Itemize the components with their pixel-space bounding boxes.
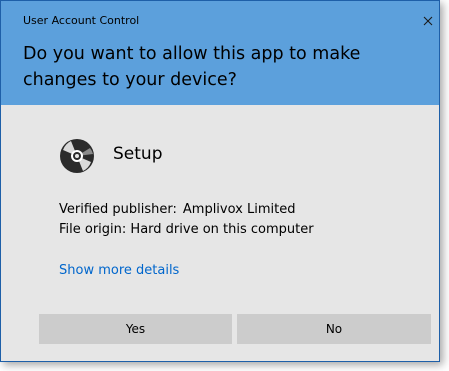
- dialog-header: User Account Control Do you want to allo…: [1, 1, 439, 105]
- yes-button-label: Yes: [125, 322, 146, 336]
- close-button[interactable]: [421, 13, 435, 27]
- window-title: User Account Control: [23, 14, 140, 27]
- origin-value: Hard drive on this computer: [130, 222, 314, 237]
- app-name: Setup: [113, 144, 163, 164]
- yes-button[interactable]: Yes: [39, 314, 232, 344]
- show-more-details-link[interactable]: Show more details: [59, 263, 179, 278]
- publisher-label: Verified publisher:: [59, 202, 177, 217]
- origin-label: File origin:: [59, 222, 127, 237]
- uac-question: Do you want to allow this app to make ch…: [23, 44, 361, 90]
- close-icon: [423, 16, 433, 26]
- uac-dialog: User Account Control Do you want to allo…: [0, 0, 440, 362]
- origin-line: File origin: Hard drive on this computer: [59, 220, 314, 240]
- no-button-label: No: [325, 322, 343, 336]
- publisher-value: Amplivox Limited: [182, 202, 296, 217]
- disc-icon: [60, 139, 94, 173]
- publisher-info: Verified publisher: Amplivox Limited File…: [59, 200, 314, 240]
- no-button[interactable]: No: [237, 314, 431, 344]
- publisher-line: Verified publisher: Amplivox Limited: [59, 200, 314, 220]
